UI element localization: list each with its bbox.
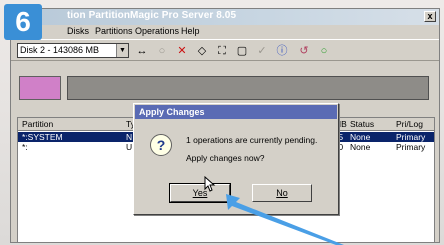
info-circle-icon[interactable]: ⓘ (275, 44, 289, 58)
cell-type: U (126, 142, 133, 152)
cell-prilog: Primary (396, 132, 426, 142)
dialog-message-pending: 1 operations are currently pending. (186, 135, 318, 145)
cell-status: None (350, 132, 371, 142)
menu-help[interactable]: Help (181, 26, 200, 36)
title-bar: tion PartitionMagic Pro Server 8.05 x (11, 9, 439, 25)
resize-icon[interactable]: ↔ (135, 44, 149, 58)
close-icon[interactable]: x (424, 11, 436, 22)
menu-bar: Disks Partitions Operations Help (11, 25, 439, 39)
info-icon[interactable]: ▢ (235, 44, 249, 58)
cell-partition: *: (22, 142, 28, 152)
check-icon[interactable]: ✓ (255, 44, 269, 58)
cell-prilog: Primary (396, 142, 426, 152)
partition-block-unallocated[interactable] (67, 76, 429, 100)
delete-icon[interactable]: ✕ (175, 44, 189, 58)
menu-operations[interactable]: Operations (135, 26, 179, 36)
yes-button[interactable]: Yes (169, 183, 231, 203)
toolbar: Disk 2 - 143086 MB ▼ ↔ ○ ✕ ◇ ⛶ ▢ ✓ ⓘ ↺ ○ (11, 39, 439, 61)
disk-select-value: Disk 2 - 143086 MB (20, 45, 100, 55)
dialog-message-apply: Apply changes now? (186, 153, 265, 163)
dialog-title: Apply Changes (135, 105, 337, 119)
window-title: tion PartitionMagic Pro Server 8.05 (67, 10, 237, 21)
cell-type: N (126, 132, 133, 142)
label-icon[interactable]: ◇ (195, 44, 209, 58)
cell-status: None (350, 142, 371, 152)
col-status[interactable]: Status (350, 119, 374, 129)
menu-partitions[interactable]: Partitions (95, 26, 133, 36)
partition-block-system[interactable] (19, 76, 61, 100)
callout-arrow-icon (226, 194, 344, 245)
col-partition[interactable]: Partition (22, 119, 53, 129)
apply-icon[interactable]: ○ (317, 44, 331, 58)
step-number-badge: 6 (4, 4, 42, 40)
properties-icon[interactable]: ⛶ (215, 44, 229, 58)
chevron-down-icon[interactable]: ▼ (116, 44, 128, 57)
col-prilog[interactable]: Pri/Log (396, 119, 423, 129)
menu-disks[interactable]: Disks (67, 26, 89, 36)
disk-select[interactable]: Disk 2 - 143086 MB ▼ (17, 43, 129, 58)
undo-icon[interactable]: ↺ (297, 44, 311, 58)
cell-partition: *:SYSTEM (22, 132, 63, 142)
question-icon: ? (150, 134, 172, 156)
app-window: tion PartitionMagic Pro Server 8.05 x Di… (10, 8, 440, 243)
mouse-cursor-icon (204, 176, 216, 192)
copy-icon[interactable]: ○ (155, 44, 169, 58)
